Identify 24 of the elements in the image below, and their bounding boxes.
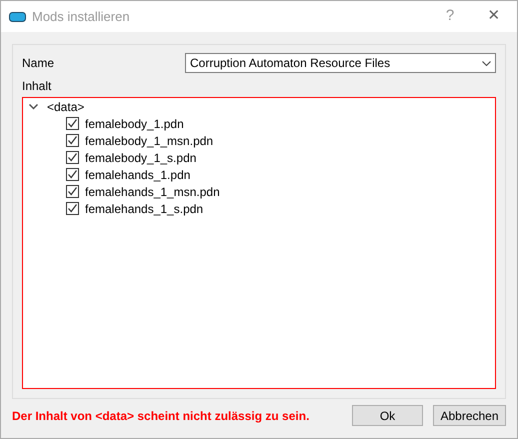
checkbox[interactable] [66,168,79,181]
chevron-icon[interactable] [29,104,38,110]
dialog-button[interactable]: Abbrechen [433,405,506,426]
dialog-button[interactable]: Ok [352,405,423,426]
content-label: Inhalt [22,78,52,95]
name-label: Name [22,55,56,72]
name-dropdown[interactable]: Corruption Automaton Resource Files [185,53,496,73]
file-name: femalehands_1_msn.pdn [85,184,220,200]
checkbox[interactable] [66,117,79,130]
tree-item[interactable]: <data> [47,98,84,116]
app-icon [9,12,26,22]
window-title: Mods installieren [32,8,130,26]
error-message: Der Inhalt von <data> scheint nicht zulässig zu sein. [12,408,310,424]
file-name: femalebody_1_s.pdn [85,150,196,166]
checkbox[interactable] [66,134,79,147]
close-button[interactable]: ✕ [479,5,509,28]
file-name: femalebody_1_msn.pdn [85,132,214,150]
checkbox[interactable] [66,185,79,198]
chevron-down-icon [482,60,491,66]
file-name: femalehands_1_s.pdn [85,200,204,218]
checkbox[interactable] [66,202,79,215]
checkbox[interactable] [66,151,79,164]
file-name: femalebody_1.pdn [85,116,184,132]
file-name: femalehands_1.pdn [85,166,190,184]
